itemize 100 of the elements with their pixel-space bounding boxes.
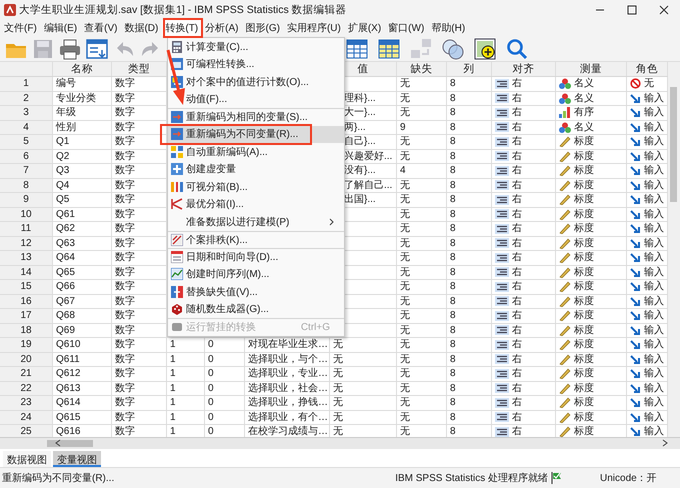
row-number[interactable]: 18 — [0, 324, 53, 337]
dropdown-item[interactable]: 计算变量(C)... — [168, 38, 344, 56]
menu-item[interactable]: 实用程序(U) — [284, 20, 344, 36]
dropdown-item[interactable]: 动值(F)... — [168, 90, 344, 108]
column-header[interactable]: 列 — [447, 62, 492, 76]
row-number[interactable]: 24 — [0, 410, 53, 424]
row-number[interactable]: 9 — [0, 193, 53, 206]
menu-item[interactable]: 查看(V) — [81, 20, 120, 36]
ruler-icon — [559, 238, 571, 249]
dropdown-item[interactable]: 重新编码为不同变量(R)... — [168, 126, 344, 143]
row-number[interactable]: 3 — [0, 106, 53, 120]
prohibited-icon — [630, 78, 641, 90]
row-number[interactable]: 6 — [0, 150, 53, 163]
row-number[interactable]: 7 — [0, 164, 53, 178]
cell-text: 0 — [208, 396, 214, 410]
menu-item[interactable]: 文件(F) — [1, 20, 40, 36]
menu-item[interactable]: 窗口(W) — [385, 20, 428, 36]
cell-text: 右 — [512, 338, 522, 352]
scroll-right-icon[interactable] — [662, 439, 668, 447]
cell-text: 8 — [450, 164, 456, 178]
cell-text: 输入 — [644, 92, 664, 105]
cell-text: 右 — [512, 178, 522, 192]
flag-icon — [551, 472, 562, 484]
arrow-icon — [630, 281, 641, 292]
row-number[interactable]: 8 — [0, 178, 53, 192]
cell-text: 1 — [170, 410, 176, 424]
dataset-icon[interactable] — [85, 38, 109, 60]
row-number[interactable]: 25 — [0, 425, 53, 437]
menu-item[interactable]: 分析(A) — [202, 20, 242, 36]
horizontal-scrollbar[interactable] — [0, 437, 680, 449]
dropdown-item[interactable]: 创建时间序列(M)... — [168, 266, 344, 283]
menu-item[interactable]: 图形(G) — [242, 20, 283, 36]
view-tab[interactable]: 变量视图 — [53, 451, 101, 467]
row-number[interactable]: 21 — [0, 367, 53, 380]
dropdown-item[interactable]: 自动重新编码(A)... — [168, 143, 344, 160]
dropdown-item[interactable]: 个案排秩(K)... — [168, 230, 344, 248]
cell-text: 标度 — [574, 352, 594, 366]
calendar-icon — [171, 251, 183, 264]
split-icon — [171, 198, 183, 210]
menu-item[interactable]: 帮助(H) — [428, 20, 468, 36]
circles-icon[interactable] — [441, 38, 465, 60]
cell-text: 数字 — [115, 324, 135, 337]
cell-text: Q5 — [56, 193, 70, 206]
cell-text: Q67 — [56, 294, 75, 308]
align-right-icon — [495, 166, 509, 176]
cell-text: 右 — [512, 251, 522, 264]
scroll-left-icon[interactable] — [55, 439, 61, 447]
row-number[interactable]: 1 — [0, 77, 53, 90]
align-right-icon — [495, 325, 509, 336]
dropdown-item[interactable]: 可视分箱(B)... — [168, 178, 344, 196]
table-icon[interactable] — [377, 38, 401, 60]
dropdown-item[interactable]: 随机数生成器(G)... — [168, 300, 344, 318]
menu-item[interactable]: 转换(T) — [162, 20, 202, 36]
dropdown-item[interactable]: 准备数据以进行建模(P) — [168, 213, 344, 230]
dropdown-item[interactable]: 对个案中的值进行计数(O)... — [168, 73, 344, 90]
column-header[interactable]: 对齐 — [492, 62, 556, 76]
row-number[interactable]: 23 — [0, 396, 53, 410]
cell-text: 标度 — [574, 338, 594, 352]
print-icon[interactable] — [58, 38, 82, 60]
select-icon[interactable] — [473, 38, 497, 60]
maximize-icon[interactable] — [627, 4, 637, 14]
align-right-icon — [495, 426, 509, 437]
row-number[interactable]: 10 — [0, 208, 53, 221]
table-icon[interactable] — [345, 38, 369, 60]
cell-text: 1 — [170, 367, 176, 380]
menu-item[interactable]: 扩展(X) — [344, 20, 384, 36]
cell-text: 8 — [450, 280, 456, 294]
dropdown-item[interactable]: 创建虚变量 — [168, 160, 344, 178]
dropdown-item[interactable]: 替换缺失值(V)... — [168, 283, 344, 300]
menu-item[interactable]: 数据(D) — [121, 20, 162, 36]
ruler-icon — [559, 252, 571, 264]
dropdown-item[interactable]: 最优分箱(I)... — [168, 196, 344, 213]
dropdown-item[interactable]: 日期和时间向导(D)... — [168, 248, 344, 266]
row-number[interactable]: 22 — [0, 382, 53, 395]
cell-text: 在校学习成绩与… — [248, 425, 328, 437]
row-number[interactable]: 19 — [0, 338, 53, 352]
menu-item[interactable]: 编辑(E) — [40, 20, 80, 36]
row-number[interactable]: 17 — [0, 309, 53, 322]
column-header[interactable]: 名称 — [53, 62, 112, 76]
row-number[interactable]: 12 — [0, 236, 53, 250]
row-number[interactable]: 2 — [0, 92, 53, 105]
cell-text: 8 — [450, 120, 456, 134]
close-icon[interactable] — [659, 4, 669, 14]
cell-text: 8 — [450, 309, 456, 322]
cell-text: 标度 — [574, 266, 594, 279]
row-number[interactable]: 4 — [0, 120, 53, 134]
row-number[interactable]: 11 — [0, 222, 53, 236]
row-number[interactable]: 20 — [0, 352, 53, 366]
column-header[interactable]: 缺失 — [397, 62, 447, 76]
cell-text: 无 — [400, 193, 410, 206]
row-number[interactable]: 16 — [0, 294, 53, 308]
view-tab[interactable]: 数据视图 — [3, 451, 51, 467]
row-number[interactable]: 13 — [0, 251, 53, 264]
column-header[interactable]: 测量 — [556, 62, 627, 76]
cell-text: 标度 — [574, 367, 594, 380]
row-number[interactable]: 15 — [0, 280, 53, 294]
row-number[interactable]: 5 — [0, 135, 53, 148]
cell-text: 标度 — [574, 193, 594, 206]
row-number[interactable]: 14 — [0, 266, 53, 279]
search-icon[interactable] — [505, 38, 529, 60]
